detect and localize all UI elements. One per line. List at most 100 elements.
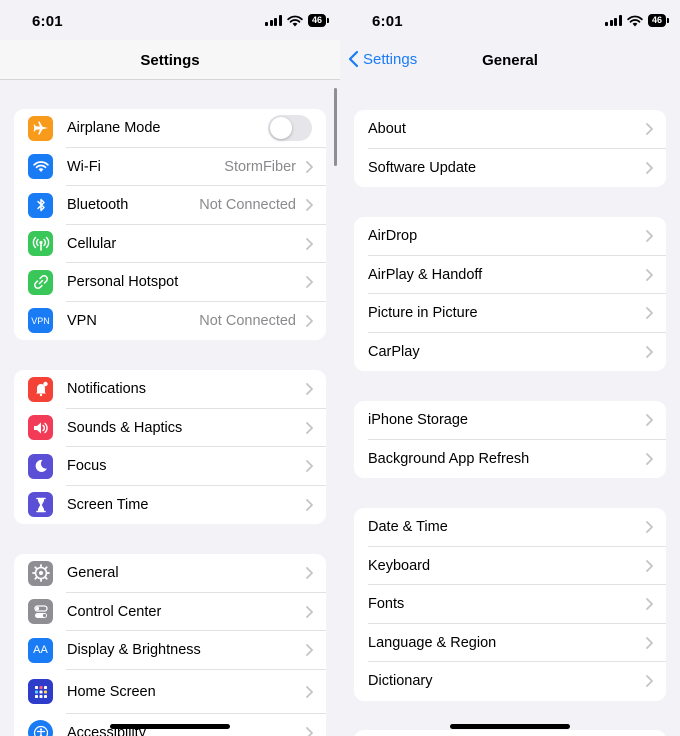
- general-row-airplay-handoff[interactable]: AirPlay & Handoff: [354, 256, 666, 295]
- settings-row-label: Screen Time: [67, 496, 149, 513]
- settings-row-value: StormFiber: [224, 158, 296, 175]
- settings-row-label: General: [67, 565, 119, 582]
- cellular-icon: [28, 231, 53, 257]
- chevron-right-icon: [644, 452, 654, 465]
- chevron-right-icon: [304, 644, 314, 657]
- home-indicator[interactable]: [110, 724, 230, 729]
- chevron-right-icon: [644, 123, 654, 136]
- general-row-background-app-refresh[interactable]: Background App Refresh: [354, 440, 666, 479]
- settings-row-sounds-haptics[interactable]: Sounds & Haptics: [14, 409, 326, 448]
- general-row-label: Keyboard: [368, 557, 431, 574]
- toggle-knob: [270, 117, 292, 140]
- wifi-icon: [28, 154, 53, 180]
- home-indicator[interactable]: [450, 724, 570, 729]
- chevron-right-icon: [304, 237, 314, 250]
- settings-row-value: Not Connected: [199, 197, 296, 214]
- chevron-right-icon: [644, 345, 654, 358]
- chevron-right-icon: [304, 314, 314, 327]
- general-row-about[interactable]: About: [354, 110, 666, 149]
- settings-row-label: Focus: [67, 458, 107, 475]
- bluetooth-icon: [28, 192, 53, 218]
- general-row-carplay[interactable]: CarPlay: [354, 333, 666, 372]
- general-row-label: About: [368, 121, 406, 138]
- settings-row-notifications[interactable]: Notifications: [14, 370, 326, 409]
- nav-bar: Settings General: [340, 40, 680, 80]
- connectivity-group: Airplane Mode Wi-Fi StormFiber Bluetooth…: [14, 109, 326, 340]
- settings-row-personal-hotspot[interactable]: Personal Hotspot: [14, 263, 326, 302]
- chevron-right-icon: [304, 605, 314, 618]
- nav-bar: Settings: [0, 40, 340, 80]
- settings-row-screen-time[interactable]: Screen Time: [14, 486, 326, 525]
- general-row-picture-in-picture[interactable]: Picture in Picture: [354, 294, 666, 333]
- settings-row-label: Sounds & Haptics: [67, 419, 183, 436]
- general-row-fonts[interactable]: Fonts: [354, 585, 666, 624]
- general-row-label: Language & Region: [368, 634, 497, 651]
- chevron-right-icon: [644, 675, 654, 688]
- cellular-signal-icon: [265, 15, 282, 26]
- hotspot-icon: [28, 269, 53, 295]
- chevron-right-icon: [304, 199, 314, 212]
- general-row-iphone-storage[interactable]: iPhone Storage: [354, 401, 666, 440]
- settings-row-airplane-mode: Airplane Mode: [14, 109, 326, 148]
- chevron-right-icon: [304, 726, 314, 736]
- general-row-keyboard[interactable]: Keyboard: [354, 547, 666, 586]
- speaker-icon: [28, 415, 53, 441]
- settings-row-vpn[interactable]: VPN VPN Not Connected: [14, 302, 326, 341]
- chevron-right-icon: [304, 383, 314, 396]
- chevron-right-icon: [644, 414, 654, 427]
- accessibility-icon: [28, 720, 53, 736]
- chevron-right-icon: [644, 307, 654, 320]
- settings-row-display-brightness[interactable]: AA Display & Brightness: [14, 631, 326, 670]
- general-row-software-update[interactable]: Software Update: [354, 149, 666, 188]
- chevron-right-icon: [644, 161, 654, 174]
- chevron-right-icon: [304, 460, 314, 473]
- status-icons: 46: [265, 14, 330, 27]
- chevron-right-icon: [304, 421, 314, 434]
- status-time: 6:01: [32, 13, 63, 30]
- settings-row-home-screen[interactable]: Home Screen: [14, 670, 326, 714]
- settings-screen: 6:01 46 Settings Airplane Mode Wi-Fi Sto…: [0, 0, 340, 736]
- status-time: 6:01: [372, 13, 403, 30]
- chevron-right-icon: [644, 559, 654, 572]
- settings-row-label: VPN: [67, 312, 97, 329]
- chevron-right-icon: [304, 276, 314, 289]
- general-row-label: AirDrop: [368, 228, 418, 245]
- settings-row-label: Wi-Fi: [67, 158, 101, 175]
- airplane-mode-toggle[interactable]: [268, 115, 312, 142]
- general-row-label: Date & Time: [368, 519, 448, 536]
- notifications-group: Notifications Sounds & Haptics Focus Scr…: [14, 370, 326, 524]
- general-row-label: AirPlay & Handoff: [368, 266, 483, 283]
- page-title: Settings: [140, 52, 200, 69]
- settings-row-bluetooth[interactable]: Bluetooth Not Connected: [14, 186, 326, 225]
- general-row-dictionary[interactable]: Dictionary: [354, 662, 666, 701]
- general-row-label: Background App Refresh: [368, 450, 530, 467]
- gear-icon: [28, 560, 53, 586]
- wifi-status-icon: [627, 15, 643, 26]
- settings-row-control-center[interactable]: Control Center: [14, 593, 326, 632]
- general-row-airdrop[interactable]: AirDrop: [354, 217, 666, 256]
- settings-row-label: Airplane Mode: [67, 120, 161, 137]
- chevron-right-icon: [304, 685, 314, 698]
- airdrop-group: AirDrop AirPlay & Handoff Picture in Pic…: [354, 217, 666, 371]
- general-screen: 6:01 46 Settings General About Software …: [340, 0, 680, 736]
- settings-row-label: Cellular: [67, 235, 117, 252]
- settings-row-focus[interactable]: Focus: [14, 447, 326, 486]
- scroll-indicator[interactable]: [334, 88, 337, 166]
- settings-row-value: Not Connected: [199, 312, 296, 329]
- hourglass-icon: [28, 492, 53, 518]
- chevron-right-icon: [644, 598, 654, 611]
- settings-row-label: Bluetooth: [67, 197, 129, 214]
- battery-icon: 46: [307, 14, 330, 27]
- general-row-label: Software Update: [368, 159, 477, 176]
- settings-row-cellular[interactable]: Cellular: [14, 225, 326, 264]
- general-row-label: Fonts: [368, 596, 405, 613]
- date-time-group: Date & Time Keyboard Fonts Language & Re…: [354, 508, 666, 701]
- display-icon-text: AA: [33, 644, 48, 657]
- home-screen-icon: [28, 679, 53, 704]
- general-row-language-region[interactable]: Language & Region: [354, 624, 666, 663]
- general-row-date-time[interactable]: Date & Time: [354, 508, 666, 547]
- settings-row-label: Control Center: [67, 603, 162, 620]
- settings-row-general[interactable]: General: [14, 554, 326, 593]
- settings-row-label: Home Screen: [67, 683, 156, 700]
- settings-row-wifi[interactable]: Wi-Fi StormFiber: [14, 148, 326, 187]
